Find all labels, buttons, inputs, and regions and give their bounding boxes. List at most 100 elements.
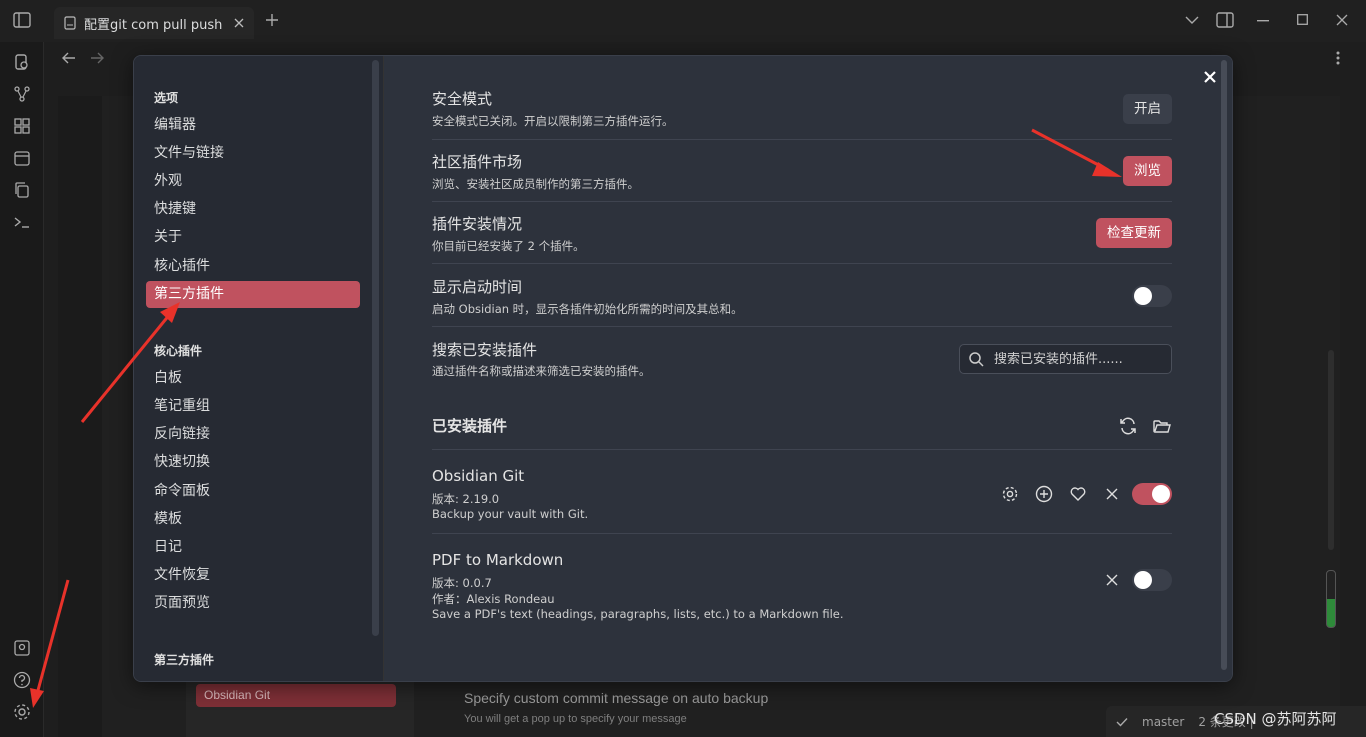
copy-icon[interactable]	[12, 180, 32, 200]
sidebar-item-community-plugins[interactable]: 第三方插件	[146, 281, 360, 308]
sidebar-toggle-icon[interactable]	[13, 12, 31, 28]
sidebar-item-page-preview[interactable]: 页面预览	[146, 590, 360, 617]
settings-content: 安全模式 安全模式已关闭。开启以限制第三方插件运行。 开启 社区插件市场 浏览、…	[384, 56, 1232, 681]
setting-desc: 安全模式已关闭。开启以限制第三方插件运行。	[432, 114, 674, 128]
background-setting-title: Specify custom commit message on auto ba…	[464, 690, 769, 706]
settings-sidebar: 选项 编辑器 文件与链接 外观 快捷键 关于 核心插件 第三方插件 核心插件 白…	[134, 56, 384, 681]
sidebar-item-templates[interactable]: 模板	[146, 506, 360, 533]
right-sidebar-icon[interactable]	[1216, 12, 1234, 28]
setting-title: 显示启动时间	[432, 278, 523, 296]
title-bar: 配置git com pull push	[0, 0, 1366, 42]
pdf-to-markdown-toggle[interactable]	[1132, 569, 1172, 591]
sidebar-item-core-plugins[interactable]: 核心插件	[146, 253, 360, 280]
installed-heading: 已安装插件	[432, 417, 508, 435]
toggle-knob	[1134, 571, 1152, 589]
startup-time-toggle[interactable]	[1132, 285, 1172, 307]
sidebar-item-note-composer[interactable]: 笔记重组	[146, 393, 360, 420]
help-icon[interactable]	[12, 670, 32, 690]
forward-arrow-icon[interactable]	[90, 52, 104, 64]
section-header-core: 核心插件	[154, 344, 203, 358]
plugin-uninstall-x-icon[interactable]	[1102, 484, 1122, 504]
sidebar-item-about[interactable]: 关于	[146, 224, 360, 251]
tab-note[interactable]: 配置git com pull push	[54, 7, 254, 39]
check-updates-button[interactable]: 检查更新	[1096, 218, 1172, 248]
plugin-version: 版本: 0.0.7	[432, 576, 492, 590]
graph-view-icon[interactable]	[12, 84, 32, 104]
obsidian-git-toggle[interactable]	[1132, 483, 1172, 505]
settings-gear-icon[interactable]	[12, 702, 32, 722]
plugin-row-obsidian-git: Obsidian Git 版本: 2.19.0 Backup your vaul…	[432, 450, 1172, 534]
setting-plugin-installs: 插件安装情况 你目前已经安装了 2 个插件。 检查更新	[432, 202, 1172, 264]
plugin-desc: Backup your vault with Git.	[432, 507, 589, 521]
background-scrollbar	[1328, 350, 1334, 550]
plugin-donate-heart-icon[interactable]	[1068, 484, 1088, 504]
plugin-author: 作者：Alexis Rondeau	[432, 592, 555, 606]
canvas-icon[interactable]	[12, 116, 32, 136]
setting-title: 社区插件市场	[432, 153, 523, 171]
left-ribbon	[0, 42, 44, 737]
sidebar-scrollbar[interactable]	[372, 60, 379, 636]
plugin-hotkeys-plus-icon[interactable]	[1034, 484, 1054, 504]
section-header-third-party: 第三方插件	[154, 653, 215, 667]
background-sidebar-item: Obsidian Git	[196, 684, 396, 707]
sidebar-item-backlinks[interactable]: 反向链接	[146, 421, 360, 448]
sidebar-item-files-links[interactable]: 文件与链接	[146, 140, 360, 167]
plugin-name: Obsidian Git	[432, 467, 525, 485]
toggle-knob	[1152, 485, 1170, 503]
terminal-icon[interactable]	[12, 212, 32, 232]
reload-plugins-icon[interactable]	[1118, 416, 1138, 436]
background-setting-desc: You will get a pop up to specify your me…	[464, 713, 687, 725]
tab-close-icon[interactable]	[234, 18, 244, 28]
plugin-version: 版本: 2.19.0	[432, 492, 500, 506]
maximize-icon[interactable]	[1297, 14, 1308, 25]
plugin-row-pdf-to-markdown: PDF to Markdown 版本: 0.0.7 作者：Alexis Rond…	[432, 534, 1172, 626]
installed-plugins-header: 已安装插件	[432, 404, 1172, 450]
file-icon	[64, 16, 76, 30]
quick-switcher-icon[interactable]	[12, 52, 32, 72]
sidebar-item-hotkeys[interactable]: 快捷键	[146, 196, 360, 223]
setting-desc: 启动 Obsidian 时，显示各插件初始化所需的时间及其总和。	[432, 302, 743, 316]
check-icon	[1116, 717, 1128, 727]
turn-on-restricted-button[interactable]: 开启	[1123, 94, 1172, 124]
window-close-icon[interactable]	[1336, 14, 1348, 26]
setting-desc: 通过插件名称或描述来筛选已安装的插件。	[432, 364, 651, 378]
calendar-icon[interactable]	[12, 148, 32, 168]
search-icon	[968, 351, 984, 367]
plugin-uninstall-x-icon[interactable]	[1102, 570, 1122, 590]
sidebar-item-quick-switcher[interactable]: 快速切换	[146, 449, 360, 476]
plugin-settings-gear-icon[interactable]	[1000, 484, 1020, 504]
setting-title: 安全模式	[432, 90, 493, 108]
content-scrollbar[interactable]	[1221, 60, 1227, 670]
vault-icon[interactable]	[12, 638, 32, 658]
setting-title: 搜索已安装插件	[432, 341, 538, 359]
browse-button[interactable]: 浏览	[1123, 156, 1172, 186]
settings-modal: 选项 编辑器 文件与链接 外观 快捷键 关于 核心插件 第三方插件 核心插件 白…	[133, 55, 1233, 682]
setting-startup-time: 显示启动时间 启动 Obsidian 时，显示各插件初始化所需的时间及其总和。	[432, 264, 1172, 327]
setting-title: 插件安装情况	[432, 215, 523, 233]
git-branch[interactable]: master	[1142, 715, 1184, 729]
section-header-options: 选项	[154, 91, 179, 105]
setting-desc: 你目前已经安装了 2 个插件。	[432, 239, 585, 253]
more-options-icon[interactable]	[1336, 51, 1340, 65]
modal-close-icon[interactable]	[1199, 66, 1221, 88]
sidebar-item-command-palette[interactable]: 命令面板	[146, 478, 360, 505]
plugin-desc: Save a PDF's text (headings, paragraphs,…	[432, 607, 844, 621]
minimize-icon[interactable]	[1257, 20, 1269, 22]
background-scrollbar-green	[1326, 570, 1336, 628]
setting-community-market: 社区插件市场 浏览、安装社区成员制作的第三方插件。 浏览	[432, 140, 1172, 202]
plugin-search-box[interactable]	[959, 344, 1172, 374]
sidebar-item-file-recovery[interactable]: 文件恢复	[146, 562, 360, 589]
plugin-name: PDF to Markdown	[432, 551, 564, 569]
tab-title: 配置git com pull push	[84, 17, 223, 33]
open-plugins-folder-icon[interactable]	[1152, 416, 1172, 436]
back-arrow-icon[interactable]	[62, 52, 76, 64]
new-tab-icon[interactable]	[265, 13, 279, 27]
watermark: CSDN @苏阿苏阿	[1214, 710, 1337, 728]
background-ribbon	[58, 96, 102, 737]
sidebar-item-editor[interactable]: 编辑器	[146, 112, 360, 139]
sidebar-item-appearance[interactable]: 外观	[146, 168, 360, 195]
tab-list-icon[interactable]	[1185, 15, 1199, 25]
plugin-search-input[interactable]	[994, 351, 1154, 367]
sidebar-item-canvas[interactable]: 白板	[146, 365, 360, 392]
sidebar-item-daily-notes[interactable]: 日记	[146, 534, 360, 561]
